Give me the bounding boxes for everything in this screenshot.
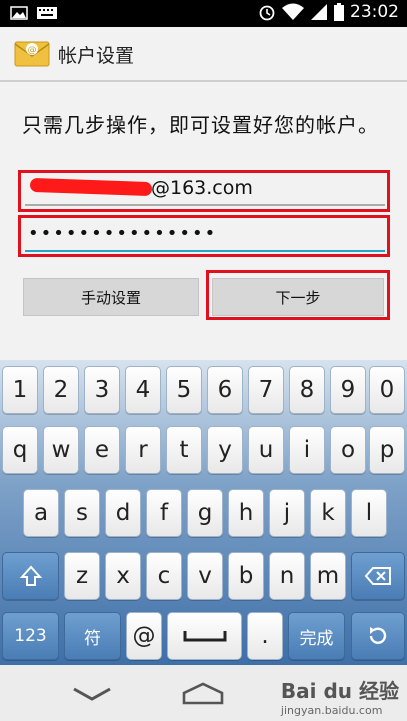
- shift-key[interactable]: [2, 552, 59, 600]
- key-i[interactable]: i: [289, 426, 325, 474]
- key-g[interactable]: g: [187, 489, 223, 537]
- key-7[interactable]: 7: [248, 366, 284, 414]
- space-icon: [183, 631, 226, 642]
- key-8[interactable]: 8: [289, 366, 325, 414]
- backspace-key[interactable]: [351, 552, 405, 600]
- backspace-icon: [364, 567, 391, 585]
- action-bar: @ 帐户设置: [0, 27, 407, 81]
- symbols-key[interactable]: 符: [64, 612, 121, 660]
- watermark-logo: Bai du 经验: [280, 679, 399, 703]
- key-b[interactable]: b: [228, 552, 264, 600]
- home-icon[interactable]: [180, 681, 226, 705]
- key-9[interactable]: 9: [330, 366, 366, 414]
- key-v[interactable]: v: [187, 552, 223, 600]
- password-highlight-box: [18, 215, 390, 257]
- key-at[interactable]: @: [126, 612, 162, 660]
- svg-text:@: @: [28, 46, 37, 56]
- key-4[interactable]: 4: [125, 366, 161, 414]
- key-j[interactable]: j: [269, 489, 305, 537]
- key-3[interactable]: 3: [84, 366, 120, 414]
- key-period[interactable]: .: [247, 612, 283, 660]
- wifi-icon: [282, 3, 304, 20]
- key-u[interactable]: u: [248, 426, 284, 474]
- back-icon[interactable]: [72, 687, 112, 701]
- next-highlight-box: [206, 270, 390, 320]
- action-bar-divider: [0, 80, 407, 82]
- page-title: 帐户设置: [58, 45, 135, 67]
- key-x[interactable]: x: [105, 552, 141, 600]
- key-c[interactable]: c: [146, 552, 182, 600]
- baidu-watermark: Bai du 经验 jingyan.baidu.com: [281, 675, 399, 717]
- keyboard-icon: [37, 7, 57, 19]
- status-time: 23:02: [350, 2, 399, 22]
- setup-instruction: 只需几步操作，即可设置好您的帐户。: [22, 113, 379, 137]
- key-6[interactable]: 6: [207, 366, 243, 414]
- key-h[interactable]: h: [228, 489, 264, 537]
- space-key[interactable]: [167, 612, 242, 660]
- key-p[interactable]: p: [369, 426, 405, 474]
- key-z[interactable]: z: [64, 552, 100, 600]
- soft-keyboard: 1 2 3 4 5 6 7 8 9 0 q w e r t y u i o p …: [0, 360, 407, 665]
- email-highlight-box: [18, 170, 390, 212]
- battery-icon: [334, 3, 344, 21]
- manual-setup-button[interactable]: 手动设置: [23, 278, 199, 316]
- key-e[interactable]: e: [84, 426, 120, 474]
- key-k[interactable]: k: [310, 489, 346, 537]
- navigation-bar: Bai du 经验 jingyan.baidu.com: [0, 665, 407, 721]
- key-r[interactable]: r: [125, 426, 161, 474]
- key-o[interactable]: o: [330, 426, 366, 474]
- shift-icon: [19, 565, 42, 586]
- key-a[interactable]: a: [23, 489, 59, 537]
- numbers-key[interactable]: 123: [2, 612, 59, 660]
- alarm-icon: [259, 5, 275, 21]
- key-y[interactable]: y: [207, 426, 243, 474]
- watermark-url: jingyan.baidu.com: [280, 704, 383, 717]
- email-app-icon: @: [14, 41, 50, 67]
- key-q[interactable]: q: [2, 426, 38, 474]
- key-l[interactable]: l: [351, 489, 387, 537]
- key-s[interactable]: s: [64, 489, 100, 537]
- done-key[interactable]: 完成: [288, 612, 345, 660]
- undo-icon: [369, 627, 387, 644]
- signal-icon: [311, 4, 327, 20]
- status-bar: 23:02: [0, 0, 407, 27]
- undo-key[interactable]: [351, 612, 405, 660]
- key-1[interactable]: 1: [2, 366, 38, 414]
- key-5[interactable]: 5: [166, 366, 202, 414]
- key-f[interactable]: f: [146, 489, 182, 537]
- key-2[interactable]: 2: [43, 366, 79, 414]
- key-d[interactable]: d: [105, 489, 141, 537]
- image-icon: [10, 6, 28, 20]
- key-m[interactable]: m: [310, 552, 346, 600]
- key-n[interactable]: n: [269, 552, 305, 600]
- key-w[interactable]: w: [43, 426, 79, 474]
- key-0[interactable]: 0: [369, 366, 405, 414]
- key-t[interactable]: t: [166, 426, 202, 474]
